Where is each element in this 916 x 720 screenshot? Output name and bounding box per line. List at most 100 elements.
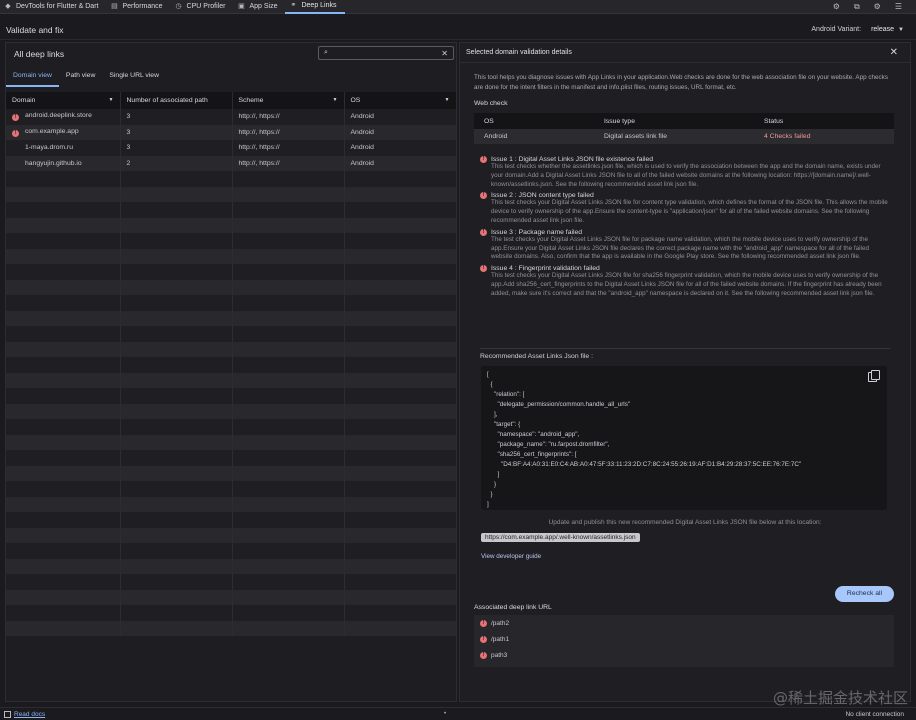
table-row[interactable]: [6, 496, 457, 512]
cell-os: [344, 388, 457, 404]
table-row[interactable]: ! com.example.app 3 http://, https://Androi…: [6, 124, 457, 140]
table-row[interactable]: [6, 450, 457, 466]
table-row[interactable]: [6, 295, 457, 311]
cell-count: [120, 264, 233, 280]
list-item[interactable]: ! /path2: [474, 615, 894, 631]
clear-icon[interactable]: ✕: [441, 49, 448, 58]
cell-count: [120, 403, 233, 419]
performance-icon: ▤: [111, 2, 118, 10]
table-row[interactable]: [6, 372, 457, 388]
table-row[interactable]: [6, 512, 457, 528]
table-row[interactable]: [6, 357, 457, 373]
table-row[interactable]: [6, 186, 457, 202]
developer-guide-link[interactable]: View developer guide: [481, 553, 541, 560]
table-row[interactable]: [6, 589, 457, 605]
table-row[interactable]: [6, 419, 457, 435]
search-input[interactable]: ⌕ ✕: [318, 46, 454, 60]
table-row[interactable]: [6, 574, 457, 590]
read-docs-link[interactable]: Read docs: [14, 711, 45, 718]
view-tabs: Domain view Path view Single URL view: [6, 69, 166, 87]
column-header-os: OS: [474, 113, 594, 129]
cell-os: [344, 357, 457, 373]
list-item[interactable]: ! /path1: [474, 631, 894, 647]
table-row[interactable]: [6, 310, 457, 326]
table-row[interactable]: [6, 171, 457, 187]
settings-icon[interactable]: ⚙: [833, 2, 840, 12]
column-header-scheme[interactable]: Scheme ▼: [232, 92, 345, 109]
tab-cpu-profiler[interactable]: ◷ CPU Profiler: [171, 0, 234, 14]
android-variant-selector[interactable]: Android Variant: release ▼: [811, 26, 916, 33]
sort-icon[interactable]: ▼: [445, 97, 450, 103]
column-header-domain[interactable]: Domain ▼: [6, 92, 121, 109]
issue-title: Issue 1 : Digital Asset Links JSON file …: [491, 156, 654, 163]
tab-domain-view[interactable]: Domain view: [6, 69, 59, 87]
table-row[interactable]: [6, 481, 457, 497]
table-row[interactable]: [6, 326, 457, 342]
table-row[interactable]: Android Digital assets link file 4 Check…: [474, 129, 894, 144]
code-line: ]: [487, 471, 500, 478]
tab-app-size[interactable]: ▣ App Size: [233, 0, 285, 14]
sort-icon[interactable]: ▼: [109, 97, 114, 103]
web-check-label: Web check: [474, 100, 508, 107]
table-row[interactable]: [6, 279, 457, 295]
code-line: "sha256_cert_fingerprints": [: [487, 451, 577, 458]
cell-domain: [6, 295, 121, 311]
variant-value[interactable]: release: [871, 26, 894, 33]
table-row[interactable]: [6, 543, 457, 559]
cell-scheme: http://, https://: [232, 124, 345, 140]
table-row[interactable]: [6, 605, 457, 621]
table-row[interactable]: [6, 403, 457, 419]
cell-count: [120, 543, 233, 559]
table-row[interactable]: ! android.deeplink.store 3 http://, https:/…: [6, 109, 457, 125]
cell-scheme: [232, 450, 345, 466]
table-header-row: OS Issue type Status: [474, 113, 894, 129]
table-row[interactable]: hangyujin.github.io 2 http://, https://And…: [6, 155, 457, 171]
table-row[interactable]: [6, 527, 457, 543]
options-icon[interactable]: ⚙: [874, 2, 881, 12]
cell-count: [120, 171, 233, 187]
table-row[interactable]: [6, 620, 457, 636]
code-line: "namespace": "android_app",: [487, 431, 580, 438]
table-row[interactable]: [6, 388, 457, 404]
table-row[interactable]: [6, 233, 457, 249]
cell-domain: [6, 248, 121, 264]
close-icon[interactable]: ✕: [890, 47, 898, 58]
sort-icon[interactable]: ▼: [333, 97, 338, 103]
cell-scheme: [232, 264, 345, 280]
table-row[interactable]: 1-maya.drom.ru 3 http://, https://Android: [6, 140, 457, 156]
list-item[interactable]: ! path3: [474, 647, 894, 663]
table-row[interactable]: [6, 341, 457, 357]
copy-icon[interactable]: [868, 370, 880, 382]
column-header-path-count[interactable]: Number of associated path: [120, 92, 233, 109]
feedback-icon[interactable]: ⧉: [854, 2, 860, 12]
cell-os: [344, 589, 457, 605]
table-row[interactable]: [6, 217, 457, 233]
table-row[interactable]: [6, 202, 457, 218]
column-header-issue-type: Issue type: [594, 113, 754, 129]
domain-label: com.example.app: [25, 127, 79, 135]
assetlinks-url[interactable]: https://com.example.app/.well-known/asse…: [481, 533, 640, 542]
table-row[interactable]: [6, 248, 457, 264]
tab-path-view[interactable]: Path view: [59, 69, 102, 87]
tab-single-url-view[interactable]: Single URL view: [102, 69, 166, 87]
variant-label: Android Variant:: [811, 26, 862, 33]
column-header-os[interactable]: OS ▼: [344, 92, 457, 109]
table-row[interactable]: [6, 465, 457, 481]
tab-performance[interactable]: ▤ Performance: [106, 0, 170, 14]
cell-os: [344, 326, 457, 342]
table-row[interactable]: [6, 434, 457, 450]
cell-scheme: [232, 357, 345, 373]
help-icon[interactable]: ☰: [895, 2, 902, 12]
code-line: "target": {: [487, 421, 521, 428]
chevron-down-icon[interactable]: ▼: [898, 27, 904, 33]
cell-issue-type: Digital assets link file: [594, 129, 754, 144]
issue-item: ! Issue 4 : Fingerprint validation failed…: [480, 265, 890, 298]
tab-deep-links[interactable]: ⚭ Deep Links: [285, 0, 345, 14]
page-title: Validate and fix: [6, 24, 64, 35]
cell-scheme: [232, 481, 345, 497]
tab-devtools[interactable]: ◆ DevTools for Flutter & Dart: [0, 0, 106, 14]
recheck-all-button[interactable]: Recheck all: [835, 586, 894, 602]
table-row[interactable]: [6, 264, 457, 280]
error-icon: !: [480, 228, 487, 236]
table-row[interactable]: [6, 558, 457, 574]
